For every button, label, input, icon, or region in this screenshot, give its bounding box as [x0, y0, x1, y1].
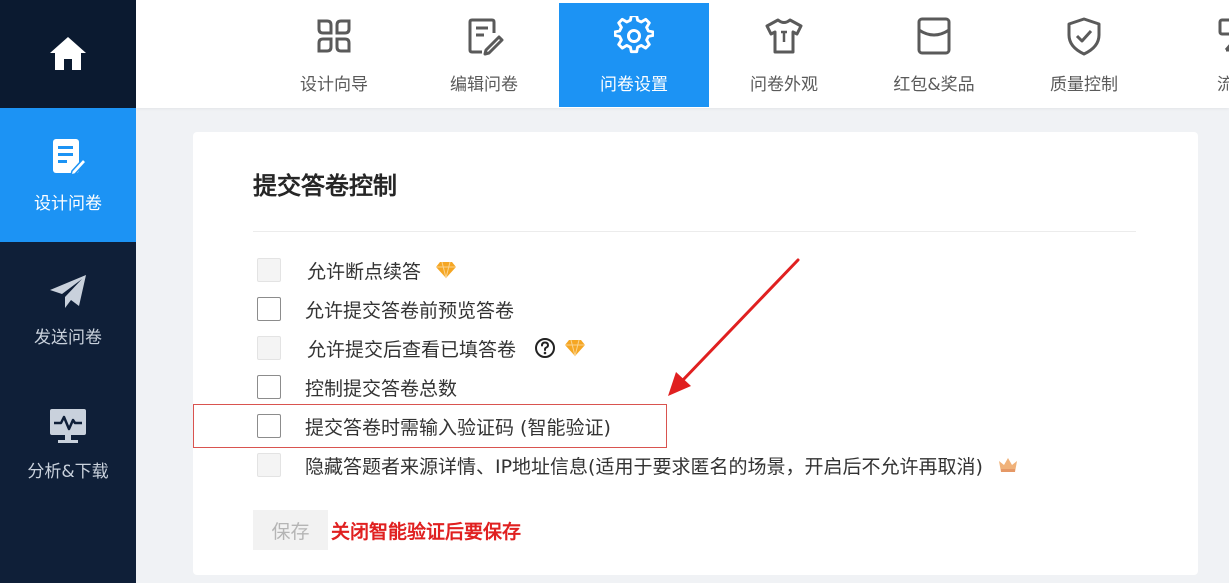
checkbox[interactable] — [257, 375, 281, 399]
checkbox[interactable] — [257, 414, 281, 438]
flow-icon — [1218, 18, 1229, 51]
gear-icon — [614, 15, 654, 53]
tab-label: 质量控制 — [1050, 74, 1118, 95]
tab-survey-appearance[interactable]: 问卷外观 — [709, 3, 859, 107]
save-annotation: 关闭智能验证后要保存 — [331, 521, 522, 543]
tab-design-wizard[interactable]: 设计向导 — [259, 3, 409, 107]
sidebar-item-design-survey[interactable]: 设计问卷 — [0, 108, 136, 242]
save-button[interactable]: 保存 — [253, 510, 328, 550]
sidebar-item-label: 分析&下载 — [27, 461, 109, 482]
tab-quality-control[interactable]: 质量控制 — [1009, 3, 1159, 107]
diamond-icon — [435, 261, 457, 279]
sidebar-item-send-survey[interactable]: 发送问卷 — [0, 243, 136, 377]
edit-icon — [468, 18, 504, 55]
tab-red-envelope-prizes[interactable]: 红包&奖品 — [859, 3, 1009, 107]
sidebar-item-label: 设计问卷 — [34, 193, 102, 214]
sidebar-item-label: 发送问卷 — [34, 327, 102, 348]
option-require-captcha[interactable]: 提交答卷时需输入验证码 (智能验证) — [257, 413, 611, 439]
send-icon — [50, 274, 86, 308]
sidebar: 设计问卷 发送问卷 分析&下载 — [0, 0, 136, 583]
section-title: 提交答卷控制 — [253, 172, 397, 200]
option-label: 允许提交答卷前预览答卷 — [305, 299, 515, 322]
submit-control-card: 提交答卷控制 允许断点续答 允许提交答卷前预览答卷 允许提交后查看已填答卷 控制… — [193, 132, 1198, 575]
tab-label: 问卷外观 — [750, 74, 818, 95]
tab-survey-settings[interactable]: 问卷设置 — [559, 3, 709, 107]
tab-label: 编辑问卷 — [450, 74, 518, 95]
option-label: 允许提交后查看已填答卷 — [307, 338, 517, 361]
shield-check-icon — [1067, 17, 1101, 55]
tab-flow[interactable]: 流程 — [1159, 3, 1229, 107]
envelope-icon — [917, 17, 951, 54]
option-label: 控制提交答卷总数 — [305, 377, 458, 400]
option-preview-before-submit[interactable]: 允许提交答卷前预览答卷 — [257, 296, 514, 322]
home-icon — [50, 37, 86, 70]
tab-label: 问卷设置 — [600, 74, 668, 95]
tab-label: 设计向导 — [300, 74, 368, 95]
checkbox[interactable] — [257, 297, 281, 321]
edit-doc-icon — [53, 138, 86, 176]
help-circle-icon[interactable] — [534, 337, 556, 359]
analytics-icon — [50, 408, 86, 443]
grid-icon — [317, 19, 351, 52]
option-limit-total-responses[interactable]: 控制提交答卷总数 — [257, 374, 457, 400]
shirt-icon — [765, 18, 803, 53]
option-allow-resume[interactable]: 允许断点续答 — [257, 257, 457, 283]
option-label: 允许断点续答 — [307, 260, 422, 283]
home-button[interactable] — [0, 0, 136, 108]
top-nav: 设计向导 编辑问卷 问卷设置 问卷外观 红包&奖品 质量控制 流 — [136, 0, 1229, 108]
sidebar-item-analysis-download[interactable]: 分析&下载 — [0, 377, 136, 511]
divider — [253, 231, 1136, 232]
option-label: 提交答卷时需输入验证码 (智能验证) — [305, 416, 611, 439]
checkbox[interactable] — [257, 258, 281, 282]
tab-label: 红包&奖品 — [893, 74, 975, 95]
tab-label: 流程 — [1217, 74, 1229, 95]
crown-icon — [997, 456, 1019, 474]
option-hide-respondent-source[interactable]: 隐藏答题者来源详情、IP地址信息(适用于要求匿名的场景，开启后不允许再取消) — [257, 452, 1019, 478]
option-view-after-submit[interactable]: 允许提交后查看已填答卷 — [257, 335, 586, 361]
checkbox[interactable] — [257, 336, 281, 360]
tab-edit-survey[interactable]: 编辑问卷 — [409, 3, 559, 107]
diamond-icon — [564, 339, 586, 357]
option-label: 隐藏答题者来源详情、IP地址信息(适用于要求匿名的场景，开启后不允许再取消) — [305, 455, 983, 478]
checkbox[interactable] — [257, 453, 281, 477]
